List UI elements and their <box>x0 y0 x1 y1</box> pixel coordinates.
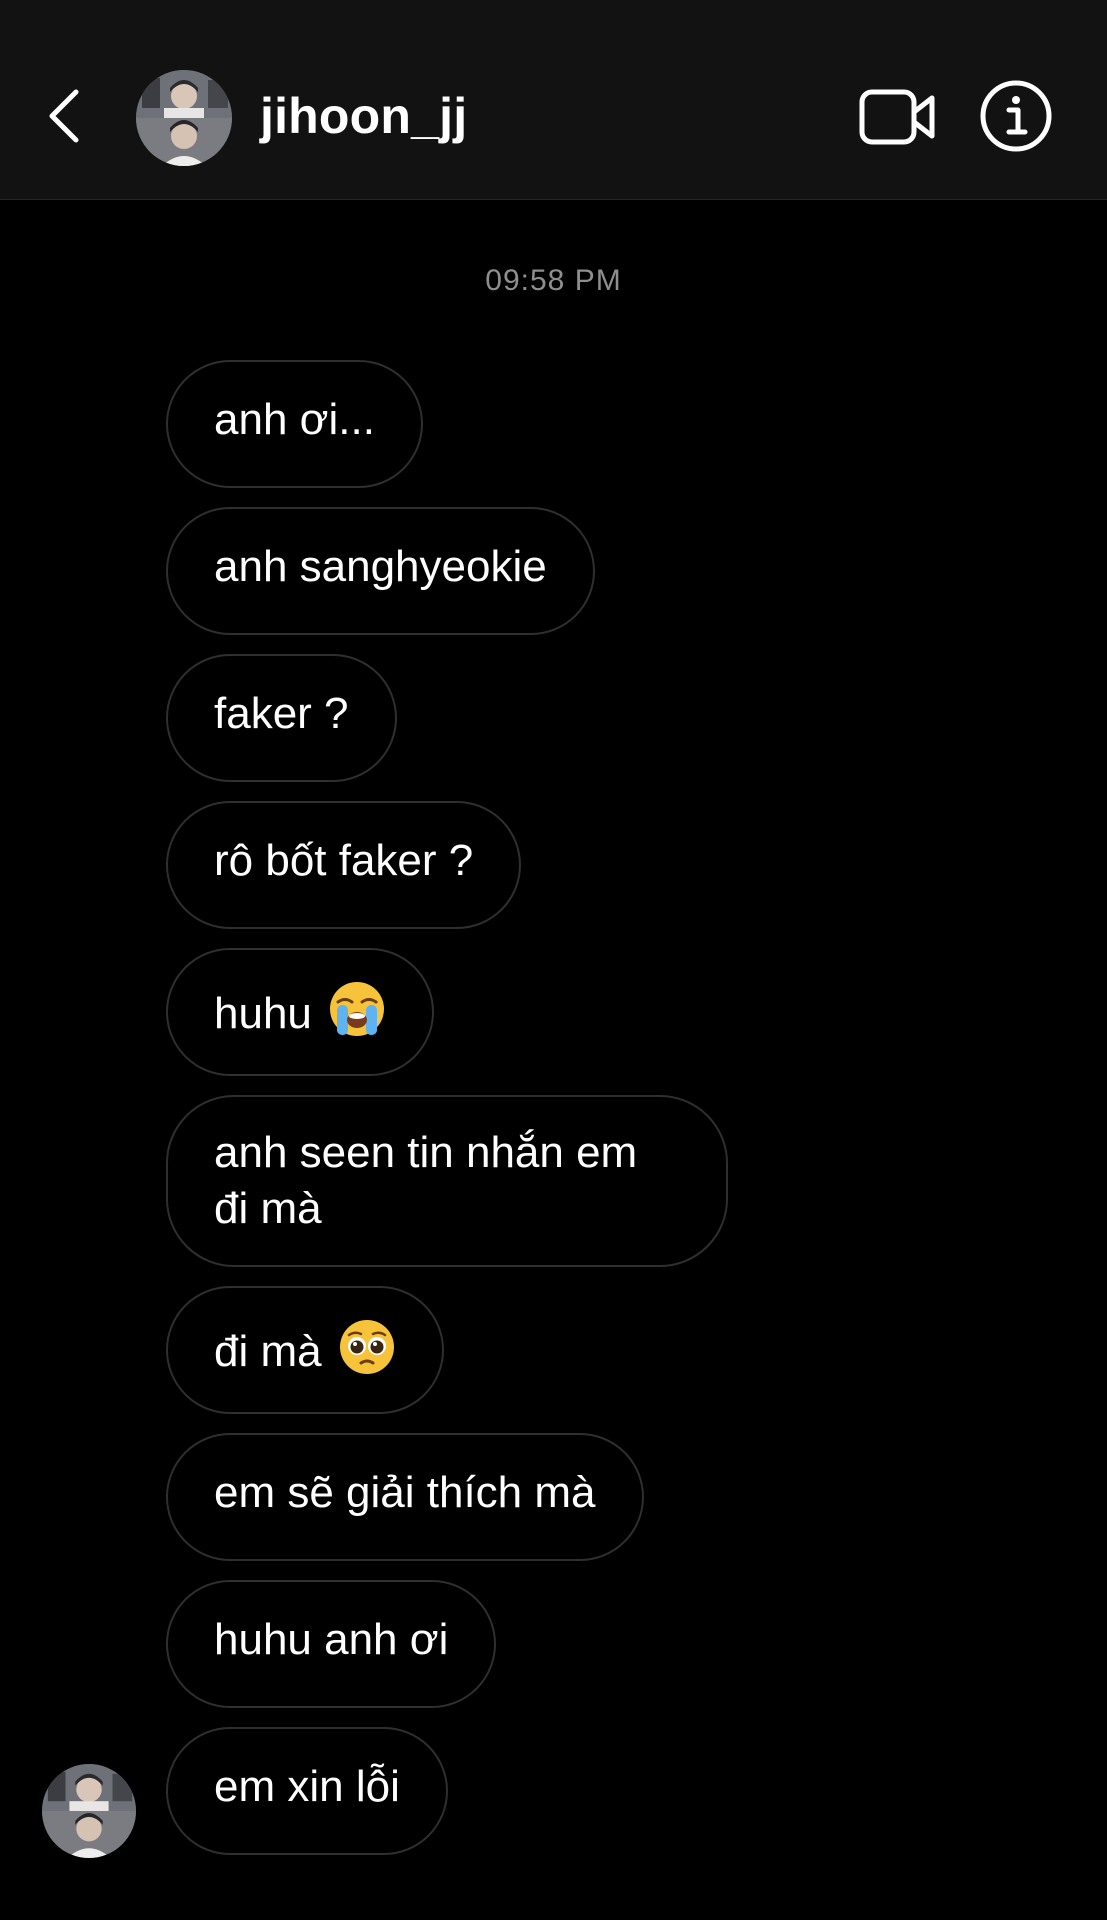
message-bubble[interactable]: rô bốt faker ? <box>166 801 522 929</box>
message-bubble[interactable]: huhu <box>166 948 435 1076</box>
message-text: đi mà <box>214 1327 322 1376</box>
message-text: em xin lỗi <box>214 1762 400 1811</box>
message-bubble[interactable]: faker ? <box>166 654 397 782</box>
message-text: anh ơi... <box>214 395 375 444</box>
message-text: anh seen tin nhắn em đi mà <box>214 1128 638 1233</box>
message-bubble[interactable]: huhu anh ơi <box>166 1580 497 1708</box>
message-list: anh ơi... anh sanghyeokie faker ? rô bốt… <box>166 360 966 1874</box>
pleading-face-emoji-icon <box>339 1320 394 1374</box>
username[interactable]: jihoon_jj <box>260 86 467 146</box>
message-text: huhu anh ơi <box>214 1615 449 1664</box>
chevron-left-icon <box>49 89 79 143</box>
message-bubble[interactable]: em sẽ giải thích mà <box>166 1433 644 1561</box>
message-bubble[interactable]: anh sanghyeokie <box>166 507 595 635</box>
avatar[interactable] <box>136 70 232 166</box>
message-bubble[interactable]: em xin lỗi <box>166 1727 448 1855</box>
back-button[interactable] <box>38 80 94 152</box>
message-timestamp: 09:58 PM <box>485 264 622 297</box>
message-text: rô bốt faker ? <box>214 836 474 885</box>
info-icon <box>980 80 1052 152</box>
message-text: faker ? <box>214 689 349 738</box>
message-text: em sẽ giải thích mà <box>214 1468 596 1517</box>
message-bubble[interactable]: anh ơi... <box>166 360 423 488</box>
message-text: anh sanghyeokie <box>214 542 547 591</box>
message-bubble[interactable]: đi mà <box>166 1286 444 1414</box>
info-button[interactable] <box>978 78 1054 154</box>
video-call-icon <box>859 89 935 145</box>
message-bubble[interactable]: anh seen tin nhắn em đi mà <box>166 1095 728 1267</box>
loudly-crying-face-emoji-icon <box>330 982 385 1036</box>
video-call-button[interactable] <box>858 82 938 152</box>
message-text: huhu <box>214 989 312 1038</box>
sender-avatar[interactable] <box>42 1764 136 1858</box>
conversation-header: jihoon_jj <box>0 0 1107 200</box>
